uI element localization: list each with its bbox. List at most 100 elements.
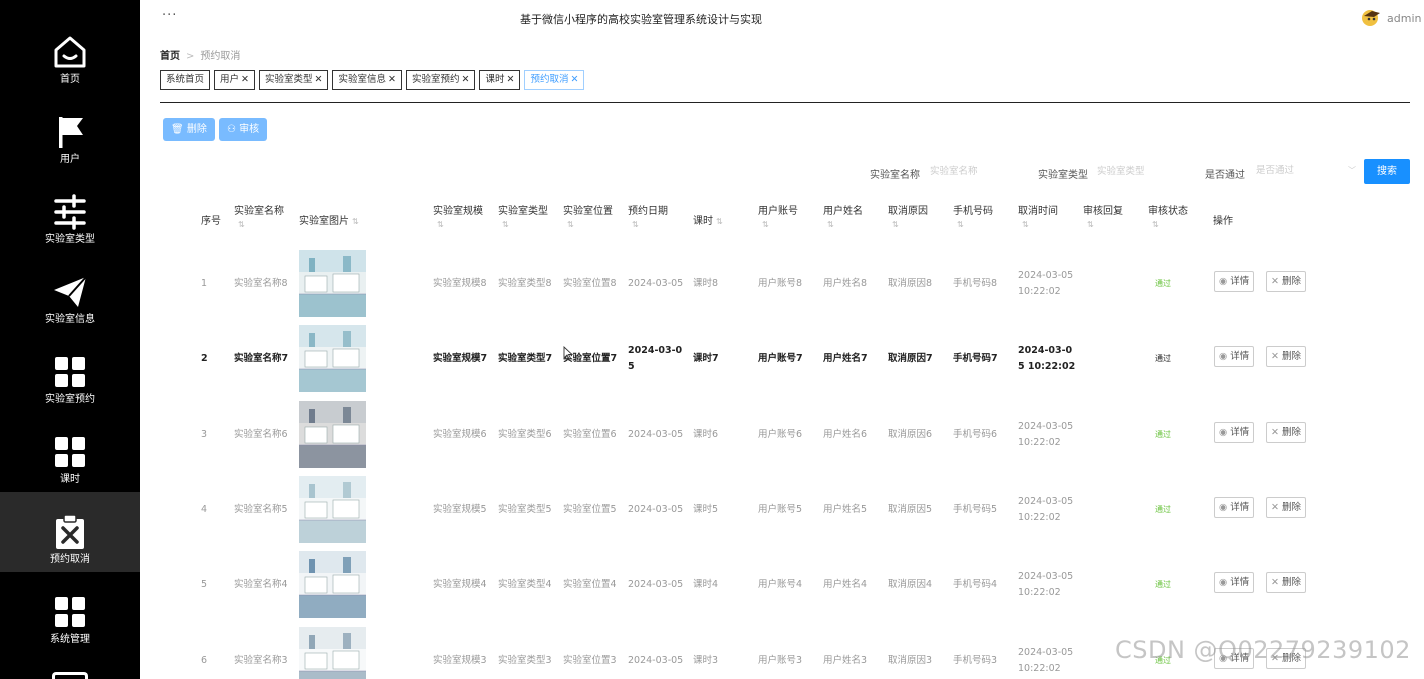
grid-icon (52, 434, 88, 470)
sort-icon[interactable]: ⇅ (1152, 219, 1188, 231)
cell-lab-location: 实验室位置8 (563, 277, 617, 289)
search-lab-name-label: 实验室名称 (870, 170, 920, 181)
th-account[interactable]: 用户账号 ⇅ (758, 204, 798, 231)
sort-icon[interactable]: ⇅ (352, 217, 359, 226)
sort-icon[interactable]: ⇅ (957, 219, 993, 231)
breadcrumb: 首页 > 预约取消 (160, 47, 240, 62)
sort-icon[interactable]: ⇅ (632, 219, 668, 231)
sort-icon[interactable]: ⇅ (716, 217, 723, 226)
sidebar-item-lab-info[interactable]: 实验室信息 (0, 252, 140, 332)
cell-username: 用户姓名4 (823, 578, 868, 590)
sort-icon[interactable]: ⇅ (502, 219, 548, 231)
cell-reason: 取消原因4 (888, 578, 933, 590)
lab-photo[interactable] (299, 401, 366, 468)
close-icon[interactable]: ✕ (388, 74, 396, 85)
detail-button[interactable]: ◉ 详情 (1214, 271, 1255, 292)
sidebar-item-cancel-booking[interactable]: 预约取消 (0, 492, 140, 572)
search-button[interactable]: 搜索 (1364, 159, 1410, 184)
sidebar-item-home[interactable]: 首页 (0, 12, 140, 92)
cell-period: 课时6 (693, 428, 719, 440)
delete-button[interactable]: ✕ 删除 (1266, 572, 1306, 593)
lab-photo[interactable] (299, 551, 366, 618)
batch-delete-button[interactable]: 🗑 删除 (163, 118, 215, 141)
th-status[interactable]: 审核状态 ⇅ (1148, 204, 1188, 231)
lab-photo[interactable] (299, 325, 366, 392)
close-icon[interactable]: ✕ (241, 74, 249, 85)
close-icon[interactable]: ✕ (315, 74, 323, 85)
sidebar-item-users[interactable]: 用户 (0, 92, 140, 172)
detail-button[interactable]: ◉ 详情 (1214, 346, 1255, 367)
close-icon[interactable]: ✕ (461, 74, 469, 85)
tag-lab-type[interactable]: 实验室类型 ✕ (259, 70, 329, 90)
cell-cancel-time: 2024-03-05 10:22:02 (1018, 420, 1074, 448)
lab-photo[interactable] (299, 476, 366, 543)
cell-date: 2024-03-05 (628, 578, 684, 590)
tag-lab-booking[interactable]: 实验室预约 ✕ (405, 70, 476, 90)
sort-icon[interactable]: ⇅ (1087, 219, 1123, 231)
sidebar-item-lab-type[interactable]: 实验室类型 (0, 172, 140, 252)
th-lab-location[interactable]: 实验室位置 ⇅ (563, 204, 613, 231)
more-dots-icon[interactable]: ··· (162, 8, 177, 23)
search-approved-label: 是否通过 (1205, 170, 1245, 181)
cell-lab-scale: 实验室规模3 (433, 654, 487, 666)
avatar[interactable] (1360, 8, 1382, 28)
cell-lab-name: 实验室名称3 (234, 654, 288, 666)
sidebar-item-lab-booking[interactable]: 实验室预约 (0, 332, 140, 412)
tag-cancel-booking[interactable]: 预约取消 ✕ (524, 70, 585, 90)
detail-button[interactable]: ◉ 详情 (1214, 572, 1255, 593)
sort-icon[interactable]: ⇅ (892, 219, 928, 231)
th-username[interactable]: 用户姓名 ⇅ (823, 204, 863, 231)
sort-icon[interactable]: ⇅ (437, 219, 483, 231)
th-period[interactable]: 课时 ⇅ (693, 214, 723, 229)
delete-button[interactable]: ✕ 删除 (1266, 422, 1306, 443)
sort-icon[interactable]: ⇅ (567, 219, 613, 231)
tag-users[interactable]: 用户 ✕ (214, 70, 255, 90)
th-lab-image[interactable]: 实验室图片 ⇅ (299, 214, 359, 229)
table-row[interactable]: 3 实验室名称6 实验室规模6 实验室类型6 实验室位置6 2024-03-05 课时6 用户… (160, 397, 1410, 472)
close-icon[interactable]: ✕ (506, 74, 514, 85)
sidebar-item-system[interactable]: 系统管理 (0, 572, 140, 652)
tag-period[interactable]: 课时 ✕ (479, 70, 521, 90)
search-lab-type-input[interactable] (1097, 160, 1192, 182)
username[interactable]: admin (1387, 12, 1421, 25)
th-reply[interactable]: 审核回复 ⇅ (1083, 204, 1123, 231)
sidebar-item-period[interactable]: 课时 (0, 412, 140, 492)
tag-home[interactable]: 系统首页 (160, 70, 211, 90)
cell-period: 课时8 (693, 277, 719, 289)
delete-button[interactable]: ✕ 删除 (1266, 497, 1306, 518)
breadcrumb-home[interactable]: 首页 (160, 51, 180, 62)
table-row[interactable]: 5 实验室名称4 实验室规模4 实验室类型4 实验室位置4 2024-03-05 课时4 用户… (160, 547, 1410, 622)
close-icon[interactable]: ✕ (570, 74, 578, 85)
cell-date: 2024-03-05 (628, 503, 684, 515)
tag-lab-info[interactable]: 实验室信息 ✕ (332, 70, 402, 90)
home-icon (52, 34, 88, 70)
cell-phone: 手机号码4 (953, 578, 998, 590)
th-date[interactable]: 预约日期 ⇅ (628, 204, 668, 231)
th-lab-name[interactable]: 实验室名称 ⇅ (234, 204, 284, 231)
clipboard-x-icon (52, 514, 88, 550)
lab-photo[interactable] (299, 627, 366, 679)
page-title: 基于微信小程序的高校实验室管理系统设计与实现 (520, 13, 762, 26)
delete-button[interactable]: ✕ 删除 (1266, 271, 1306, 292)
th-reason[interactable]: 取消原因 ⇅ (888, 204, 928, 231)
th-lab-scale[interactable]: 实验室规模 ⇅ (433, 204, 483, 231)
sort-icon[interactable]: ⇅ (238, 219, 284, 231)
th-phone[interactable]: 手机号码 ⇅ (953, 204, 993, 231)
th-cancel-time[interactable]: 取消时间 ⇅ (1018, 204, 1058, 231)
table-row[interactable]: 1 实验室名称8 实验室规模8 实验室类型8 实验室位置8 2024-03-05 课时8 用户… (160, 246, 1410, 321)
detail-button[interactable]: ◉ 详情 (1214, 422, 1255, 443)
table-row[interactable]: 4 实验室名称5 实验室规模5 实验室类型5 实验室位置5 2024-03-05 课时5 用户… (160, 472, 1410, 547)
th-lab-type[interactable]: 实验室类型 ⇅ (498, 204, 548, 231)
table-row[interactable]: 2 实验室名称7 实验室规模7 实验室类型7 实验室位置7 2024-03-05 课时7 用户… (160, 321, 1410, 396)
sort-icon[interactable]: ⇅ (762, 219, 798, 231)
lab-photo[interactable] (299, 250, 366, 317)
delete-button[interactable]: ✕ 删除 (1266, 346, 1306, 367)
cell-index: 2 (201, 352, 208, 364)
search-lab-name-input[interactable] (930, 160, 1020, 182)
sort-icon[interactable]: ⇅ (827, 219, 863, 231)
sort-icon[interactable]: ⇅ (1022, 219, 1058, 231)
audit-button[interactable]: ⚇ 审核 (219, 118, 268, 141)
search-approved-select[interactable]: 是否通过 ﹀ (1250, 160, 1360, 182)
detail-button[interactable]: ◉ 详情 (1214, 497, 1255, 518)
sliders-icon (52, 194, 88, 230)
